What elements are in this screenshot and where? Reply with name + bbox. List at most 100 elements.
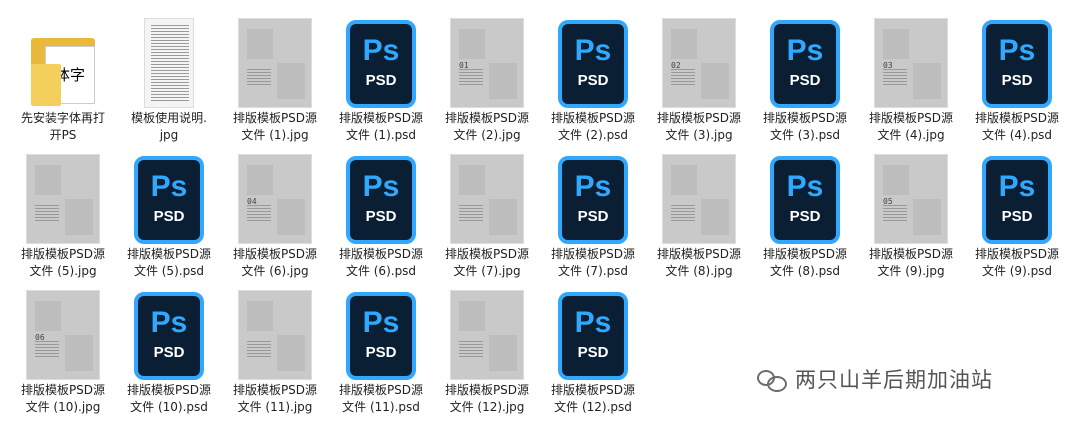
photoshop-icon: Ps PSD [558, 20, 628, 108]
image-preview [26, 154, 100, 244]
ps-icon-subtitle: PSD [1001, 72, 1033, 89]
ps-icon-subtitle: PSD [789, 72, 821, 89]
page-number: 05 [883, 197, 893, 206]
file-item[interactable]: Ps PSD 排版模板PSD源 文件 (7).psd [540, 148, 646, 284]
file-item[interactable]: Ps PSD 排版模板PSD源 文件 (9).psd [964, 148, 1070, 284]
jpg-thumbnail-icon: 04 [222, 148, 328, 244]
image-preview: 04 [238, 154, 312, 244]
file-item[interactable]: Ps PSD 排版模板PSD源 文件 (1).psd [328, 12, 434, 148]
ps-icon-subtitle: PSD [577, 72, 609, 89]
file-name-label: 排版模板PSD源 文件 (10).psd [126, 383, 212, 414]
ps-icon-title: Ps [998, 34, 1036, 67]
ps-icon-title: Ps [786, 34, 824, 67]
file-name-label: 排版模板PSD源 文件 (2).psd [550, 111, 636, 142]
file-item[interactable]: 排版模板PSD源 文件 (7).jpg [434, 148, 540, 284]
file-item[interactable]: 体字 先安装字体再打 开PS [10, 12, 116, 148]
file-name-label: 排版模板PSD源 文件 (5).jpg [20, 247, 106, 278]
file-item[interactable]: Ps PSD 排版模板PSD源 文件 (6).psd [328, 148, 434, 284]
file-name-label: 先安装字体再打 开PS [20, 111, 105, 142]
file-item[interactable]: 05 排版模板PSD源 文件 (9).jpg [858, 148, 964, 284]
jpg-thumbnail-icon [10, 148, 116, 244]
ps-icon-subtitle: PSD [365, 208, 397, 225]
folder-icon: 体字 [10, 12, 116, 108]
ps-icon-title: Ps [362, 306, 400, 339]
ps-icon-subtitle: PSD [153, 208, 185, 225]
psd-file-icon: Ps PSD [116, 148, 222, 244]
file-item[interactable]: 02 排版模板PSD源 文件 (3).jpg [646, 12, 752, 148]
psd-file-icon: Ps PSD [540, 284, 646, 380]
file-item[interactable]: Ps PSD 排版模板PSD源 文件 (4).psd [964, 12, 1070, 148]
file-name-label: 排版模板PSD源 文件 (1).jpg [232, 111, 318, 142]
file-item[interactable]: 排版模板PSD源 文件 (12).jpg [434, 284, 540, 420]
ps-icon-subtitle: PSD [577, 344, 609, 361]
file-item[interactable]: Ps PSD 排版模板PSD源 文件 (11).psd [328, 284, 434, 420]
file-name-label: 排版模板PSD源 文件 (6).psd [338, 247, 424, 278]
file-item[interactable]: Ps PSD 排版模板PSD源 文件 (8).psd [752, 148, 858, 284]
photoshop-icon: Ps PSD [134, 156, 204, 244]
file-name-label: 排版模板PSD源 文件 (12).psd [550, 383, 636, 414]
ps-icon-subtitle: PSD [789, 208, 821, 225]
ps-icon-subtitle: PSD [577, 208, 609, 225]
ps-icon-title: Ps [362, 34, 400, 67]
image-preview [450, 290, 524, 380]
file-item[interactable]: Ps PSD 排版模板PSD源 文件 (12).psd [540, 284, 646, 420]
file-item[interactable]: 04 排版模板PSD源 文件 (6).jpg [222, 148, 328, 284]
photoshop-icon: Ps PSD [134, 292, 204, 380]
image-preview [450, 154, 524, 244]
psd-file-icon: Ps PSD [752, 148, 858, 244]
file-item[interactable]: Ps PSD 排版模板PSD源 文件 (2).psd [540, 12, 646, 148]
jpg-thumbnail-icon: 05 [858, 148, 964, 244]
jpg-thumbnail-icon [434, 148, 540, 244]
file-name-label: 排版模板PSD源 文件 (9).jpg [868, 247, 954, 278]
file-item[interactable]: Ps PSD 排版模板PSD源 文件 (5).psd [116, 148, 222, 284]
file-item[interactable]: 03 排版模板PSD源 文件 (4).jpg [858, 12, 964, 148]
file-item[interactable]: 01 排版模板PSD源 文件 (2).jpg [434, 12, 540, 148]
file-name-label: 排版模板PSD源 文件 (1).psd [338, 111, 424, 142]
page-number: 01 [459, 61, 469, 70]
file-name-label: 排版模板PSD源 文件 (7).jpg [444, 247, 530, 278]
wechat-icon [757, 368, 787, 392]
file-name-label: 排版模板PSD源 文件 (11).psd [338, 383, 424, 414]
psd-file-icon: Ps PSD [328, 148, 434, 244]
ps-icon-subtitle: PSD [153, 344, 185, 361]
watermark-text: 两只山羊后期加油站 [795, 368, 993, 392]
ps-icon-title: Ps [150, 306, 188, 339]
psd-file-icon: Ps PSD [540, 12, 646, 108]
file-item[interactable]: Ps PSD 排版模板PSD源 文件 (10).psd [116, 284, 222, 420]
photoshop-icon: Ps PSD [346, 20, 416, 108]
file-item[interactable]: 排版模板PSD源 文件 (8).jpg [646, 148, 752, 284]
file-name-label: 排版模板PSD源 文件 (8).jpg [656, 247, 742, 278]
file-item[interactable]: 排版模板PSD源 文件 (11).jpg [222, 284, 328, 420]
file-item[interactable]: 模板使用说明. jpg [116, 12, 222, 148]
file-item[interactable]: Ps PSD 排版模板PSD源 文件 (3).psd [752, 12, 858, 148]
image-preview: 01 [450, 18, 524, 108]
jpg-thumbnail-icon: 01 [434, 12, 540, 108]
file-item[interactable]: 06 排版模板PSD源 文件 (10).jpg [10, 284, 116, 420]
psd-file-icon: Ps PSD [540, 148, 646, 244]
file-name-label: 排版模板PSD源 文件 (4).jpg [868, 111, 954, 142]
jpg-thumbnail-icon: 06 [10, 284, 116, 380]
photoshop-icon: Ps PSD [558, 292, 628, 380]
folder-icon-graphic: 体字 [27, 30, 99, 108]
psd-file-icon: Ps PSD [328, 12, 434, 108]
psd-file-icon: Ps PSD [752, 12, 858, 108]
photoshop-icon: Ps PSD [770, 20, 840, 108]
jpg-thumbnail-icon [646, 148, 752, 244]
file-item[interactable]: 排版模板PSD源 文件 (5).jpg [10, 148, 116, 284]
file-name-label: 排版模板PSD源 文件 (5).psd [126, 247, 212, 278]
file-name-label: 排版模板PSD源 文件 (3).psd [762, 111, 848, 142]
ps-icon-title: Ps [574, 170, 612, 203]
file-name-label: 排版模板PSD源 文件 (6).jpg [232, 247, 318, 278]
image-preview: 03 [874, 18, 948, 108]
image-preview: 06 [26, 290, 100, 380]
image-preview: 05 [874, 154, 948, 244]
ps-icon-subtitle: PSD [365, 72, 397, 89]
psd-file-icon: Ps PSD [964, 148, 1070, 244]
file-name-label: 排版模板PSD源 文件 (9).psd [974, 247, 1060, 278]
page-number: 04 [247, 197, 257, 206]
photoshop-icon: Ps PSD [982, 156, 1052, 244]
ps-icon-title: Ps [362, 170, 400, 203]
file-item[interactable]: 排版模板PSD源 文件 (1).jpg [222, 12, 328, 148]
photoshop-icon: Ps PSD [346, 156, 416, 244]
page-number: 03 [883, 61, 893, 70]
